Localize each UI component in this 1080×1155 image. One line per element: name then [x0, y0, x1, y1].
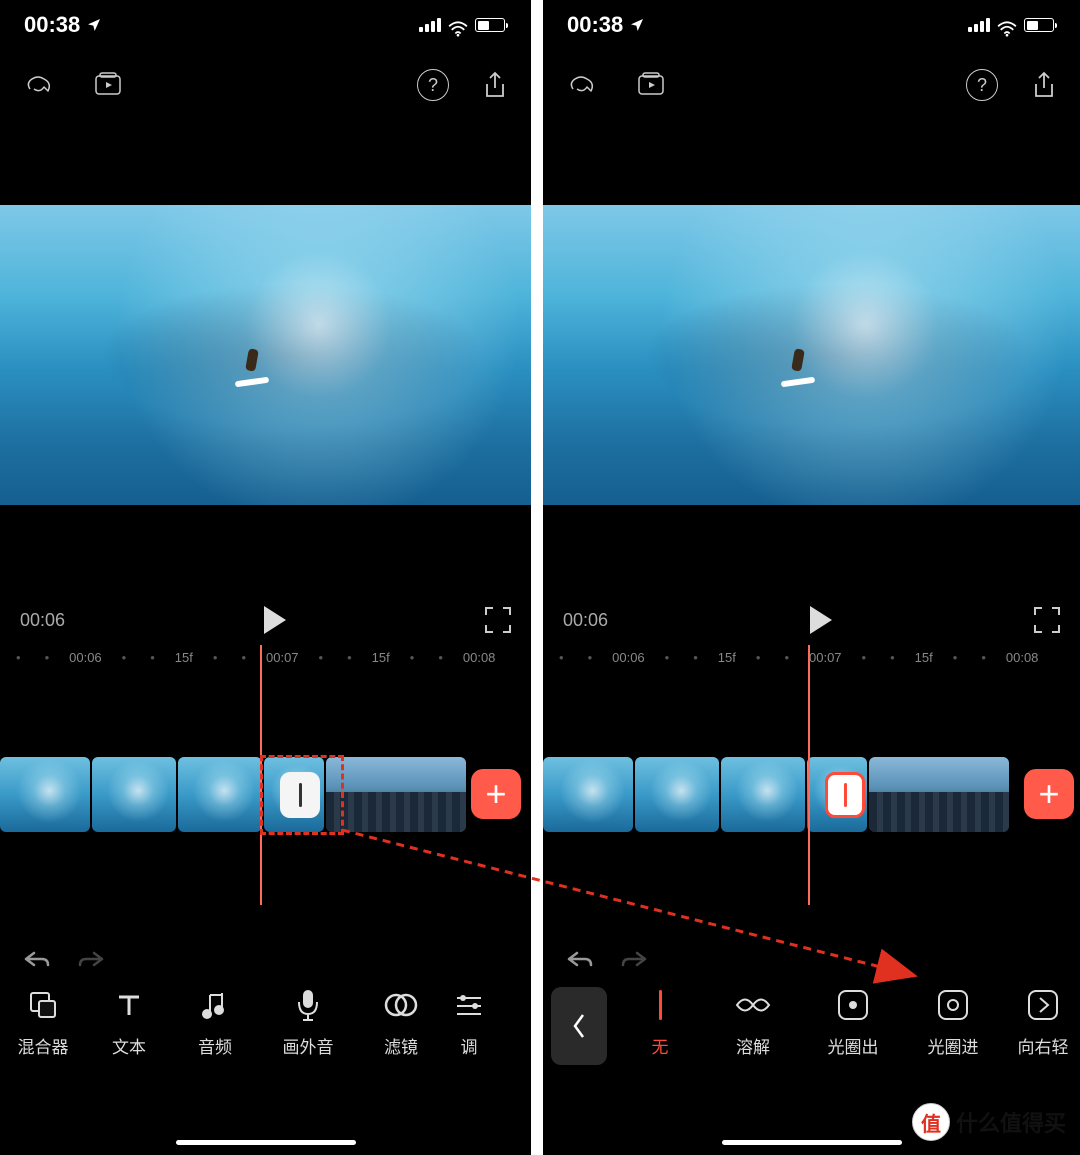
- playhead[interactable]: [260, 645, 262, 905]
- back-button[interactable]: [551, 987, 607, 1065]
- transition-toolbar: 无 溶解 光圈出 光圈进 向右轻: [543, 979, 1080, 1094]
- add-clip-button[interactable]: +: [1024, 769, 1074, 819]
- history-row: [543, 939, 1080, 979]
- clip-thumbnail[interactable]: [869, 757, 1009, 832]
- tool-adjust[interactable]: 调: [444, 987, 494, 1058]
- playhead[interactable]: [808, 645, 810, 905]
- clip-thumbnail[interactable]: [92, 757, 176, 832]
- bottom-toolbar: 混合器 文本 音频 画外音 滤镜 调: [0, 979, 531, 1094]
- clip-thumbnail[interactable]: [0, 757, 90, 832]
- clip-thumbnail[interactable]: [721, 757, 805, 832]
- timeline-ruler[interactable]: •• 00:06 •• 15f •• 00:07 •• 15f •• 00:08: [0, 645, 531, 669]
- home-indicator[interactable]: [722, 1140, 902, 1145]
- logo-icon[interactable]: [565, 67, 601, 103]
- screenshot-left: 00:38 ? 00:06 •• 00:06 •• 15f: [0, 0, 537, 1155]
- timecode: 00:06: [563, 610, 608, 631]
- location-icon: [629, 17, 645, 33]
- preview-icon[interactable]: [90, 67, 126, 103]
- battery-icon: [475, 18, 505, 32]
- screenshot-right: 00:38 ? 00:06 •• 00:06 •• 15f: [537, 0, 1080, 1155]
- add-clip-button[interactable]: +: [471, 769, 521, 819]
- home-indicator[interactable]: [176, 1140, 356, 1145]
- help-icon[interactable]: ?: [417, 69, 449, 101]
- tool-filter[interactable]: 滤镜: [358, 987, 444, 1058]
- transition-dissolve[interactable]: 溶解: [703, 987, 803, 1058]
- transition-button[interactable]: [280, 772, 320, 818]
- preview-icon[interactable]: [633, 67, 669, 103]
- undo-icon[interactable]: [22, 949, 52, 969]
- status-time: 00:38: [24, 12, 80, 38]
- timeline-ruler[interactable]: •• 00:06 •• 15f •• 00:07 •• 15f •• 00:08: [543, 645, 1080, 669]
- transition-iris-out[interactable]: 光圈出: [803, 987, 903, 1058]
- help-icon[interactable]: ?: [966, 69, 998, 101]
- transition-button-active[interactable]: [825, 772, 865, 818]
- status-time: 00:38: [567, 12, 623, 38]
- wifi-icon: [447, 17, 469, 33]
- watermark-badge: 值: [912, 1103, 950, 1141]
- app-top-bar: ?: [543, 50, 1080, 120]
- tool-voiceover[interactable]: 画外音: [258, 987, 358, 1058]
- watermark: 值 什么值得买: [912, 1103, 1066, 1141]
- location-icon: [86, 17, 102, 33]
- playback-row: 00:06: [543, 595, 1080, 645]
- play-button[interactable]: [264, 606, 286, 634]
- fullscreen-button[interactable]: [485, 607, 511, 633]
- playback-row: 00:06: [0, 595, 531, 645]
- cellular-icon: [419, 18, 441, 32]
- video-preview[interactable]: [543, 205, 1080, 505]
- tool-audio[interactable]: 音频: [172, 987, 258, 1058]
- clip-thumbnail[interactable]: [326, 757, 466, 832]
- share-icon[interactable]: [1030, 70, 1058, 100]
- cellular-icon: [968, 18, 990, 32]
- app-top-bar: ?: [0, 50, 531, 120]
- wifi-icon: [996, 17, 1018, 33]
- timeline[interactable]: +: [0, 669, 531, 939]
- tool-mixer[interactable]: 混合器: [0, 987, 86, 1058]
- undo-icon[interactable]: [565, 949, 595, 969]
- redo-icon[interactable]: [76, 949, 106, 969]
- timecode: 00:06: [20, 610, 65, 631]
- tool-text[interactable]: 文本: [86, 987, 172, 1058]
- clip-thumbnail[interactable]: [543, 757, 633, 832]
- redo-icon[interactable]: [619, 949, 649, 969]
- status-bar: 00:38: [543, 0, 1080, 50]
- share-icon[interactable]: [481, 70, 509, 100]
- fullscreen-button[interactable]: [1034, 607, 1060, 633]
- watermark-text: 什么值得买: [956, 1106, 1066, 1138]
- battery-icon: [1024, 18, 1054, 32]
- transition-wipe-right[interactable]: 向右轻: [1003, 987, 1080, 1058]
- clip-thumbnail[interactable]: [635, 757, 719, 832]
- status-bar: 00:38: [0, 0, 531, 50]
- play-button[interactable]: [810, 606, 832, 634]
- transition-none[interactable]: 无: [617, 987, 703, 1058]
- clip-thumbnail[interactable]: [178, 757, 262, 832]
- video-preview[interactable]: [0, 205, 531, 505]
- timeline[interactable]: +: [543, 669, 1080, 939]
- logo-icon[interactable]: [22, 67, 58, 103]
- transition-iris-in[interactable]: 光圈进: [903, 987, 1003, 1058]
- history-row: [0, 939, 531, 979]
